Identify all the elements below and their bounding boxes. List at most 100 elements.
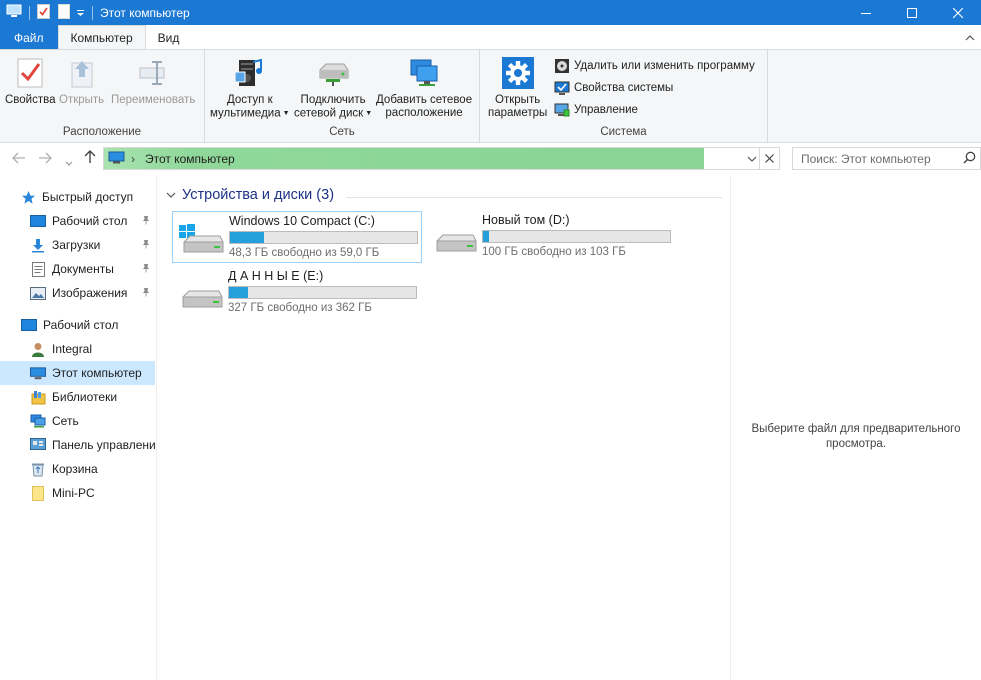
close-icon [953, 7, 963, 18]
back-button[interactable] [12, 151, 26, 167]
drive-name: Новый том (D:) [482, 213, 570, 227]
drive-free-space: 327 ГБ свободно из 362 ГБ [228, 302, 372, 314]
window-title: Этот компьютер [100, 5, 190, 20]
content-area: Устройства и диски (3) Windows 10 Compac… [158, 176, 730, 680]
minimize-icon [861, 12, 871, 14]
control-panel-icon [30, 437, 46, 453]
nav-control-panel[interactable]: Панель управлени [0, 433, 155, 457]
maximize-button[interactable] [889, 0, 935, 25]
nav-quick-downloads[interactable]: Загрузки [0, 233, 155, 257]
recent-locations-button[interactable] [65, 154, 73, 170]
close-button[interactable] [935, 0, 981, 25]
nav-user-integral[interactable]: Integral [0, 337, 155, 361]
drive-name: Windows 10 Compact (C:) [229, 214, 375, 228]
tab-view[interactable]: Вид [146, 25, 192, 50]
drive-usage-fill [229, 287, 248, 298]
map-network-drive-button[interactable]: Подключить сетевой диск ▼ [294, 54, 372, 121]
pin-icon[interactable] [141, 238, 151, 252]
tab-computer[interactable]: Компьютер [57, 25, 146, 50]
nav-network[interactable]: Сеть [0, 409, 155, 433]
nav-this-pc[interactable]: Этот компьютер [0, 361, 155, 385]
maximize-icon [907, 7, 917, 18]
pin-icon[interactable] [141, 262, 151, 276]
drive-e[interactable]: Д А Н Н Ы Е (E:) 327 ГБ свободно из 362 … [172, 267, 422, 319]
group-label-system: Система [600, 126, 647, 138]
group-label-network: Сеть [329, 126, 355, 138]
open-button[interactable]: Открыть [59, 54, 104, 107]
manage-computer-icon [554, 102, 570, 118]
computer-icon[interactable] [6, 4, 22, 21]
nav-quick-access[interactable]: Быстрый доступ [0, 185, 155, 209]
tab-file[interactable]: Файл [0, 25, 58, 50]
drive-d[interactable]: Новый том (D:) 100 ГБ свободно из 103 ГБ [426, 211, 676, 263]
properties-icon [13, 54, 47, 92]
search-icon[interactable] [963, 151, 976, 167]
customize-toolbar-chevron-icon[interactable] [76, 6, 85, 20]
group-network: Доступ к мультимедиа ▼ Подключить сетевой д… [205, 50, 480, 142]
nav-libraries[interactable]: Библиотеки [0, 385, 155, 409]
navigation-pane: Быстрый доступ Рабочий стол Загрузки Док… [0, 176, 157, 680]
pin-icon[interactable] [141, 286, 151, 300]
system-properties-button[interactable]: Свойства системы [554, 78, 673, 98]
chevron-down-icon [65, 161, 73, 166]
pin-icon[interactable] [141, 214, 151, 228]
program-cd-icon [554, 58, 570, 74]
window-controls [843, 0, 981, 25]
up-button[interactable] [84, 150, 96, 167]
computer-icon [30, 365, 46, 381]
system-properties-icon [554, 80, 570, 96]
drive-usage-fill [230, 232, 264, 243]
open-settings-button[interactable]: Открыть параметры [488, 54, 547, 120]
toolbar-separator [92, 5, 93, 20]
network-icon [30, 413, 46, 429]
minimize-button[interactable] [843, 0, 889, 25]
chevron-up-icon [965, 35, 975, 41]
nav-quick-documents[interactable]: Документы [0, 257, 155, 281]
uninstall-program-button[interactable]: Удалить или изменить программу [554, 56, 755, 76]
drive-free-space: 100 ГБ свободно из 103 ГБ [482, 246, 626, 258]
media-icon [233, 54, 267, 92]
devices-section-header[interactable]: Устройства и диски (3) [166, 187, 334, 203]
preview-message: Выберите файл для предварительного просмо… [751, 423, 961, 450]
drive-c[interactable]: Windows 10 Compact (C:) 48,3 ГБ свободно… [172, 211, 422, 263]
forward-button[interactable] [38, 151, 52, 167]
search-placeholder: Поиск: Этот компьютер [801, 151, 931, 166]
preview-pane: Выберите файл для предварительного просмо… [730, 176, 981, 680]
windows-drive-icon [179, 224, 224, 253]
access-media-button[interactable]: Доступ к мультимедиа ▼ [210, 54, 290, 121]
address-history-dropdown[interactable] [747, 151, 757, 165]
nav-recycle-bin[interactable]: Корзина [0, 457, 155, 481]
nav-mini-pc[interactable]: Mini-PC [0, 481, 155, 505]
chevron-down-icon [747, 156, 757, 162]
desktop-icon [21, 317, 37, 333]
ribbon-tabs: Файл Компьютер Вид [0, 25, 981, 50]
breadcrumb-separator-icon[interactable]: › [131, 152, 135, 166]
rename-button[interactable]: Переименовать [111, 54, 195, 107]
rename-icon [136, 54, 170, 92]
settings-gear-icon [501, 54, 535, 92]
properties-button[interactable]: Свойства [5, 54, 56, 107]
new-folder-quick-icon[interactable] [58, 3, 70, 22]
arrow-right-icon [39, 152, 52, 164]
drive-usage-bar [229, 231, 418, 244]
folder-icon [30, 485, 46, 501]
nav-quick-desktop[interactable]: Рабочий стол [0, 209, 155, 233]
open-icon [65, 54, 99, 92]
properties-quick-icon[interactable] [37, 3, 50, 22]
add-network-location-button[interactable]: Добавить сетевое расположение [376, 54, 472, 120]
manage-button[interactable]: Управление [554, 100, 638, 120]
address-bar[interactable]: › Этот компьютер [103, 147, 780, 170]
nav-quick-pictures[interactable]: Изображения [0, 281, 155, 305]
libraries-icon [30, 389, 46, 405]
search-box[interactable]: Поиск: Этот компьютер [792, 147, 981, 170]
user-icon [30, 341, 46, 357]
breadcrumb-this-pc[interactable]: Этот компьютер [145, 152, 235, 166]
toolbar-separator [29, 5, 30, 20]
drive-usage-bar [228, 286, 417, 299]
nav-desktop[interactable]: Рабочий стол [0, 313, 155, 337]
collapse-ribbon-button[interactable] [965, 31, 975, 45]
group-label-location: Расположение [62, 126, 142, 138]
quick-access-toolbar [0, 0, 100, 25]
stop-loading-button[interactable] [759, 148, 779, 169]
title-bar: Этот компьютер [0, 0, 981, 25]
